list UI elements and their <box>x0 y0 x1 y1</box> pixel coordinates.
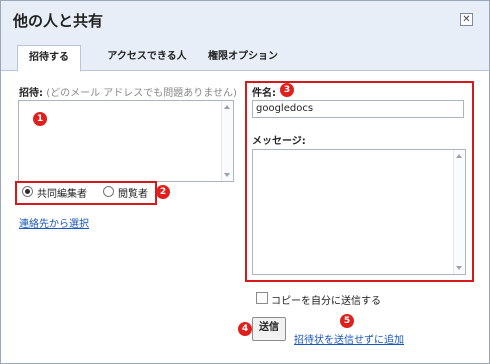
copy-to-self-checkbox[interactable] <box>256 292 268 304</box>
callout-2: 2 <box>156 185 170 199</box>
message-scrollbar[interactable] <box>453 150 465 274</box>
tab-invite[interactable]: 招待する <box>17 45 81 72</box>
role-viewer-label[interactable]: 閲覧者 <box>118 185 148 200</box>
invite-hint: (どのメール アドレスでも問題ありません) <box>46 88 237 99</box>
callout-3: 3 <box>280 83 294 97</box>
dialog-title-bar: 他の人と共有 ✕ <box>1 1 489 39</box>
message-label: メッセージ: <box>252 136 306 147</box>
scroll-up-icon[interactable] <box>456 154 462 158</box>
tab-people-with-access[interactable]: アクセスできる人 <box>97 45 197 69</box>
callout-5: 5 <box>340 314 354 328</box>
share-dialog: 他の人と共有 ✕ 招待する アクセスできる人 権限オプション 招待: (どのメー… <box>0 0 490 364</box>
add-without-invite-link[interactable]: 招待状を送信せずに追加 <box>294 331 404 346</box>
subject-input[interactable]: googledocs <box>252 100 464 118</box>
send-button[interactable]: 送信 <box>252 317 286 341</box>
message-textarea[interactable] <box>252 149 466 275</box>
invite-scrollbar[interactable] <box>221 101 233 181</box>
tab-bar: 招待する アクセスできる人 権限オプション <box>1 39 489 72</box>
tab-permission-options[interactable]: 権限オプション <box>199 45 287 69</box>
callout-4: 4 <box>238 322 252 336</box>
subject-label: 件名: <box>252 88 276 99</box>
role-editor-label[interactable]: 共同編集者 <box>37 185 87 200</box>
invite-textarea[interactable] <box>18 100 234 182</box>
role-radio-viewer[interactable] <box>103 186 114 197</box>
callout-1: 1 <box>33 112 47 126</box>
scroll-up-icon[interactable] <box>224 105 230 109</box>
role-radio-editor[interactable] <box>22 186 33 197</box>
dialog-title: 他の人と共有 <box>13 12 104 30</box>
invite-label: 招待: <box>19 88 43 99</box>
scroll-down-icon[interactable] <box>224 173 230 177</box>
choose-from-contacts-link[interactable]: 連絡先から選択 <box>19 215 89 230</box>
invite-label-row: 招待: (どのメール アドレスでも問題ありません) <box>19 84 237 99</box>
close-icon[interactable]: ✕ <box>460 13 473 26</box>
scroll-down-icon[interactable] <box>456 266 462 270</box>
copy-to-self-label[interactable]: コピーを自分に送信する <box>271 292 381 307</box>
